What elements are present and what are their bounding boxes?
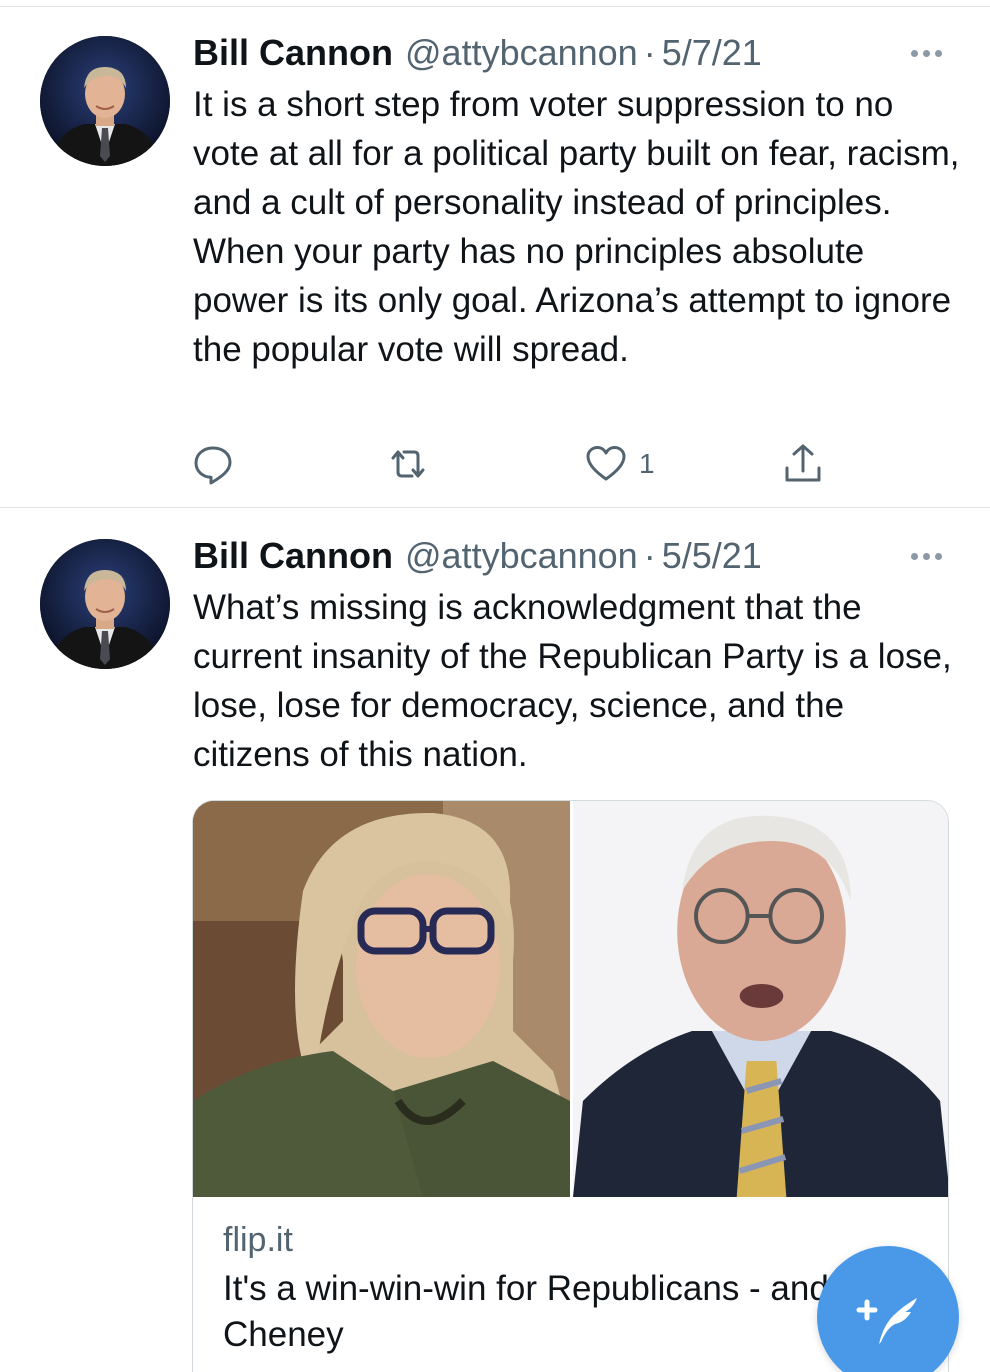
- author-name[interactable]: Bill Cannon: [193, 535, 393, 577]
- more-dot-icon: [934, 552, 942, 560]
- avatar[interactable]: [40, 36, 170, 166]
- avatar[interactable]: [40, 539, 170, 669]
- share-icon: [785, 444, 821, 482]
- more-dot-icon: [910, 552, 918, 560]
- card-photo-right: [570, 801, 948, 1197]
- compose-tweet-icon: [856, 1298, 917, 1344]
- tweet-header: Bill Cannon @attybcannon · 5/7/21: [193, 31, 762, 75]
- reply-button[interactable]: [190, 440, 236, 488]
- separator: ·: [643, 32, 656, 73]
- like-button[interactable]: 1: [583, 440, 655, 488]
- more-dot-icon: [922, 49, 930, 57]
- author-handle[interactable]: @attybcannon: [405, 32, 638, 74]
- more-options-button[interactable]: [904, 43, 948, 63]
- tweet-date[interactable]: 5/7/21: [662, 32, 762, 74]
- more-dot-icon: [922, 552, 930, 560]
- retweet-button[interactable]: [385, 440, 431, 488]
- separator: ·: [643, 535, 656, 576]
- author-handle[interactable]: @attybcannon: [405, 535, 638, 577]
- divider: [0, 507, 990, 508]
- more-options-button[interactable]: [904, 546, 948, 566]
- card-domain: flip.it: [223, 1221, 293, 1259]
- tweet-text: What’s missing is acknowledgment that th…: [193, 588, 952, 774]
- card-image[interactable]: [193, 801, 948, 1197]
- card-photo-left: [193, 801, 570, 1197]
- heart-icon: [586, 446, 626, 481]
- more-dot-icon: [910, 49, 918, 57]
- tweet-header: Bill Cannon @attybcannon · 5/5/21: [193, 534, 762, 578]
- tweet-date[interactable]: 5/5/21: [662, 535, 762, 577]
- share-button[interactable]: [780, 440, 826, 488]
- reply-icon: [194, 446, 232, 485]
- more-dot-icon: [934, 49, 942, 57]
- timeline: Bill Cannon @attybcannon · 5/7/21 It is …: [0, 0, 990, 1372]
- author-name[interactable]: Bill Cannon: [193, 32, 393, 74]
- divider: [0, 6, 990, 7]
- tweet-text: It is a short step from voter suppressio…: [193, 85, 960, 369]
- like-count: 1: [639, 448, 655, 479]
- tweet-actions: 1: [190, 440, 840, 488]
- retweet-icon: [391, 450, 425, 478]
